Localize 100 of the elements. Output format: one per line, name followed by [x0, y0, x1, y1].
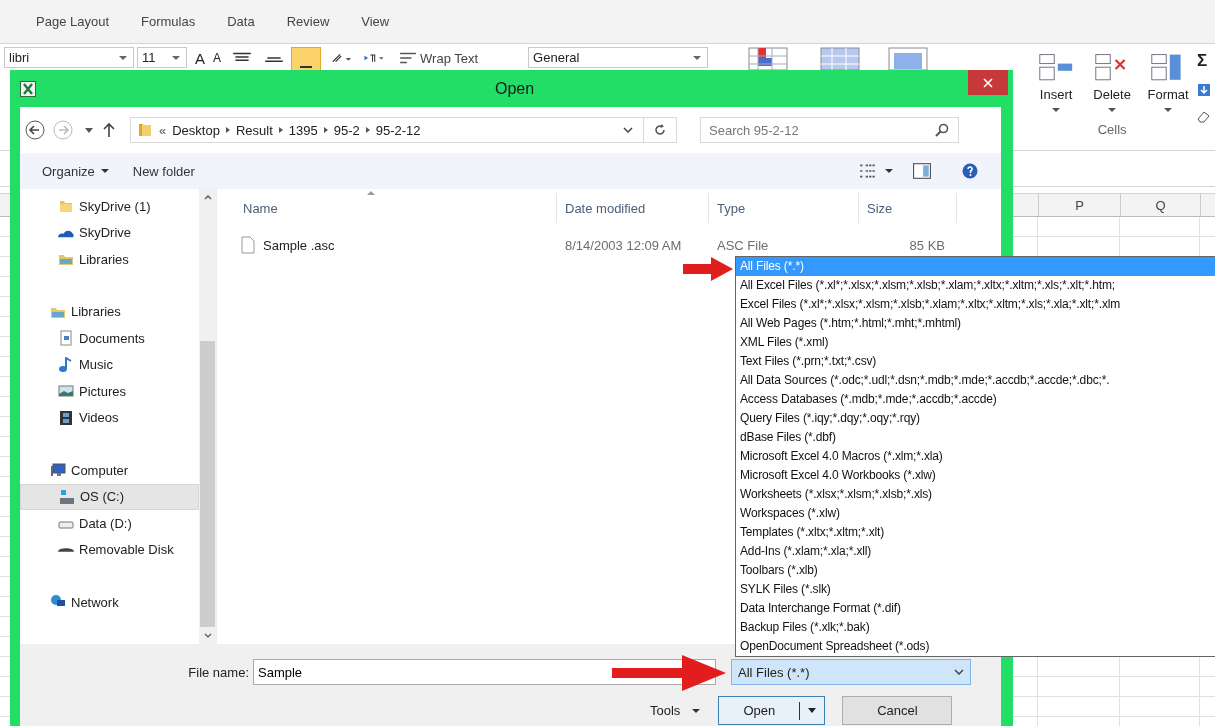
table-cell-text: 85 KB [908, 237, 946, 253]
file-type-option[interactable]: All Web Pages (*.htm;*.html;*.mht;*.mhtml) [736, 314, 1215, 333]
cancel-button[interactable]: Cancel [842, 696, 953, 725]
nav-item[interactable]: Libraries [20, 298, 199, 325]
breadcrumb[interactable]: Result [235, 122, 273, 138]
nav-item[interactable]: SkyDrive [20, 219, 199, 246]
document-icon [58, 330, 74, 347]
fill-down-icon[interactable] [1197, 83, 1212, 97]
help-icon[interactable] [961, 163, 979, 179]
file-type-select[interactable]: All Files (*.*) [731, 659, 971, 685]
file-type-option[interactable]: SYLK Files (*.slk) [736, 580, 1215, 599]
open-button[interactable]: Open [718, 696, 826, 725]
paragraph-icon[interactable] [363, 51, 386, 65]
back-button[interactable] [25, 120, 45, 140]
file-row[interactable]: Sample .asc 8/14/2003 12:09 AM ASC File 85 KB [217, 233, 1001, 257]
new-folder-button[interactable]: New folder [132, 163, 195, 179]
column-header[interactable]: Type [709, 193, 859, 223]
nav-item[interactable]: Computer [20, 457, 199, 484]
font-name-box[interactable]: libri [4, 47, 134, 68]
breadcrumb[interactable]: Desktop [172, 122, 220, 138]
file-type-option[interactable]: Toolbars (*.xlb) [736, 561, 1215, 580]
caret-icon[interactable] [808, 708, 817, 713]
nav-item[interactable]: Libraries [20, 246, 199, 273]
nav-item[interactable]: OS (C:) [20, 483, 199, 510]
overflow-chevron[interactable]: « [159, 122, 167, 138]
cells-button[interactable]: Insert [1029, 51, 1084, 112]
column-header[interactable]: Q [1120, 194, 1200, 216]
group-label: Cells [1097, 122, 1127, 137]
file-type-option[interactable]: Worksheets (*.xlsx;*.xlsm;*.xlsb;*.xls) [736, 485, 1215, 504]
nav-item[interactable]: Videos [20, 404, 199, 431]
chevron-icon[interactable] [278, 127, 283, 133]
file-type-option[interactable]: Workspaces (*.xlw) [736, 504, 1215, 523]
file-type-option[interactable]: Data Interchange Format (*.dif) [736, 599, 1215, 618]
autosum-button[interactable]: Σ [1197, 51, 1212, 71]
caret-icon[interactable] [885, 169, 893, 173]
file-type-option[interactable]: XML Files (*.xml) [736, 333, 1215, 352]
caret-icon[interactable] [85, 127, 93, 133]
close-button[interactable] [968, 70, 1008, 95]
breadcrumb[interactable]: 95-2 [333, 122, 360, 138]
nav-item[interactable]: Network [20, 589, 199, 616]
ribbon-tab[interactable]: Page Layout [32, 14, 137, 29]
table-cell-text: ASC File [716, 237, 770, 253]
nav-item[interactable]: Music [20, 351, 199, 378]
column-header[interactable]: P [1038, 194, 1120, 216]
file-type-option[interactable]: Microsoft Excel 4.0 Workbooks (*.xlw) [736, 466, 1215, 485]
file-type-option[interactable]: Backup Files (*.xlk;*.bak) [736, 618, 1215, 637]
breadcrumb[interactable]: 1395 [288, 122, 318, 138]
column-header[interactable]: Size [859, 193, 957, 223]
font-size-box[interactable]: 11 [137, 47, 187, 68]
up-arrow-icon[interactable] [103, 122, 115, 138]
nav-item[interactable]: SkyDrive (1) [20, 193, 199, 220]
file-type-option[interactable]: All Excel Files (*.xl*;*.xlsx;*.xlsm;*.xlsb;*.xlam;*.xltx;*.xltm;*.xls;*.xlt;*.htm; [736, 276, 1215, 295]
file-type-option[interactable]: Text Files (*.prn;*.txt;*.csv) [736, 352, 1215, 371]
wrap-text-button[interactable]: Wrap Text [399, 47, 479, 69]
file-type-option[interactable]: dBase Files (*.dbf) [736, 428, 1215, 447]
grow-font-button[interactable]: A [195, 47, 205, 69]
file-type-option[interactable]: Add-Ins (*.xlam;*.xla;*.xll) [736, 542, 1215, 561]
nav-item[interactable]: Pictures [20, 378, 199, 405]
organize-button[interactable]: Organize [42, 163, 109, 179]
breadcrumb[interactable]: 95-2-12 [375, 122, 421, 138]
ribbon-tab[interactable]: Data [223, 14, 283, 29]
ribbon-tab[interactable]: Review [282, 14, 358, 29]
address-bar[interactable]: « Desktop Result 1395 95-2 95-2-12 [130, 117, 677, 143]
drive-icon [58, 547, 74, 552]
file-type-option[interactable]: All Data Sources (*.odc;*.udl;*.dsn;*.mdb;*.mde;*.accdb;*.accde;*.dbc;*. [736, 371, 1215, 390]
eraser-icon[interactable] [1197, 109, 1212, 123]
close-icon [983, 77, 993, 88]
scrollbar[interactable] [199, 189, 216, 644]
sort-arrow-icon [367, 191, 375, 195]
column-header[interactable]: Date modified [557, 193, 709, 223]
cells-button[interactable]: Format [1141, 51, 1196, 112]
chevron-icon[interactable] [225, 127, 230, 133]
shrink-font-button[interactable]: A [213, 47, 222, 69]
caret-icon [100, 169, 109, 173]
file-type-option[interactable]: Microsoft Excel 4.0 Macros (*.xlm;*.xla) [736, 447, 1215, 466]
scroll-up-icon[interactable] [203, 195, 212, 200]
file-type-option[interactable]: Query Files (*.iqy;*.dqy;*.oqy;*.rqy) [736, 409, 1215, 428]
app-icon [20, 80, 36, 97]
ribbon-tab[interactable]: Formulas [137, 14, 224, 29]
ribbon-tab[interactable]: View [357, 14, 418, 29]
view-options-icon[interactable] [859, 163, 877, 179]
orientation-icon[interactable] [331, 51, 354, 65]
nav-item[interactable]: Documents [20, 325, 199, 352]
chevron-icon[interactable] [365, 127, 370, 133]
search-field[interactable]: Search 95-2-12 [700, 117, 959, 143]
scroll-down-icon[interactable] [203, 633, 212, 638]
preview-pane-icon[interactable] [913, 163, 931, 179]
chevron-icon[interactable] [323, 127, 328, 133]
file-name: Sample .asc [263, 237, 335, 253]
file-type-option[interactable]: Excel Files (*.xl*;*.xlsx;*.xlsm;*.xlsb;*.xlam;*.xltx;*.xltm;*.xls;*.xla;*.xlt;*.xlm [736, 295, 1215, 314]
file-type-option[interactable]: Access Databases (*.mdb;*.mde;*.accdb;*.accde) [736, 390, 1215, 409]
tools-button[interactable]: Tools [650, 703, 701, 718]
cells-button[interactable]: Delete [1085, 51, 1140, 112]
file-type-option[interactable]: Templates (*.xltx;*.xltm;*.xlt) [736, 523, 1215, 542]
nav-item[interactable]: Removable Disk [20, 536, 199, 563]
file-type-option[interactable]: OpenDocument Spreadsheet (*.ods) [736, 637, 1215, 656]
nav-item[interactable]: Data (D:) [20, 510, 199, 537]
align-bottom-button[interactable] [291, 47, 322, 73]
table-icon[interactable] [748, 47, 789, 71]
number-format-box[interactable]: General [528, 47, 709, 68]
